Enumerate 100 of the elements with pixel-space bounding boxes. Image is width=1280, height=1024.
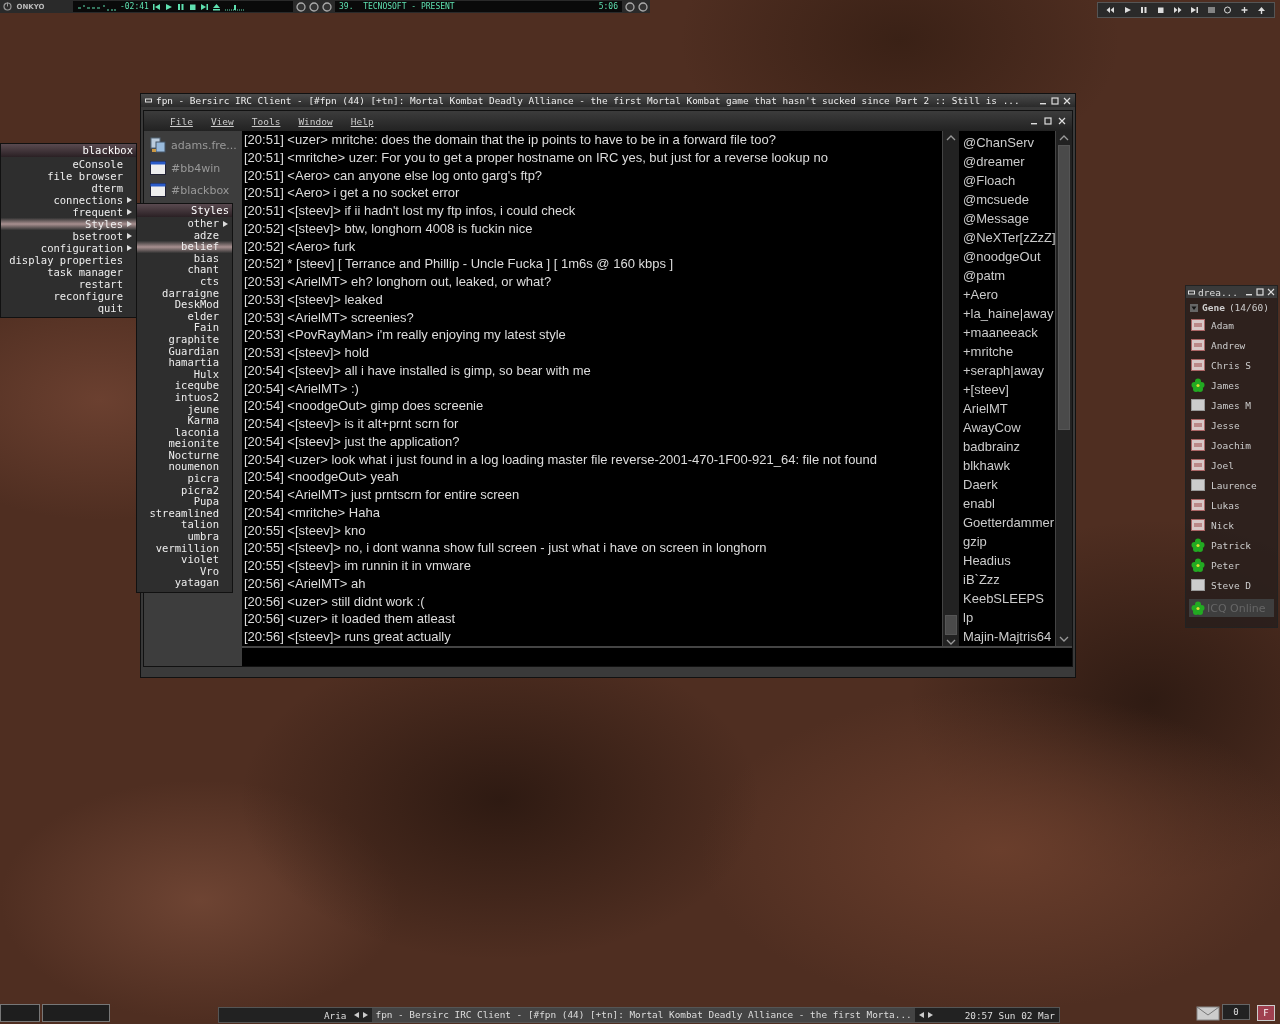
stop-icon[interactable] <box>1156 6 1166 14</box>
menu-item[interactable]: reconfigure <box>1 290 136 302</box>
collapse-icon[interactable] <box>1190 303 1198 312</box>
user-item[interactable]: Daerk <box>959 475 1055 494</box>
user-item[interactable]: @NeXTer[zZzZ] <box>959 228 1055 247</box>
menu-item[interactable]: quit <box>1 302 136 314</box>
menu-item[interactable]: jeune <box>137 403 232 416</box>
rewind-icon[interactable] <box>1105 6 1115 14</box>
window-menu-icon[interactable] <box>145 97 152 104</box>
round-button-icon[interactable] <box>322 1 333 12</box>
window-menu-icon[interactable] <box>1188 288 1195 296</box>
next-icon[interactable] <box>1189 6 1199 14</box>
user-item[interactable]: ArielMT <box>959 399 1055 418</box>
menu-item[interactable]: task manager <box>1 266 136 278</box>
menu-item[interactable]: yatagan <box>137 577 232 589</box>
contact-item[interactable]: James <box>1186 375 1277 395</box>
scrollbar-thumb[interactable] <box>945 615 957 635</box>
user-item[interactable]: gzip <box>959 532 1055 551</box>
menu-item[interactable]: Styles <box>1 218 136 230</box>
menu-item[interactable]: noumenon <box>137 461 232 474</box>
user-item[interactable]: badbrainz <box>959 437 1055 456</box>
contact-item[interactable]: Laurence <box>1186 475 1277 495</box>
left-arrow-icon[interactable] <box>918 1012 924 1018</box>
contact-item[interactable]: Andrew <box>1186 335 1277 355</box>
round-button-icon[interactable] <box>638 1 648 12</box>
user-item[interactable]: +[steev] <box>959 380 1055 399</box>
left-arrow-icon[interactable] <box>354 1012 360 1018</box>
collapse-icon[interactable] <box>1206 6 1216 14</box>
menu-item[interactable]: cts <box>137 275 232 288</box>
contact-item[interactable]: Chris S <box>1186 355 1277 375</box>
scroll-up-icon[interactable] <box>945 133 957 143</box>
menu-item[interactable]: Tools <box>245 115 287 127</box>
menu-item[interactable]: Hulx <box>137 368 232 381</box>
menu-item[interactable]: bias <box>137 252 232 265</box>
user-item[interactable]: +Aero <box>959 285 1055 304</box>
workspace-pager[interactable] <box>42 1004 110 1022</box>
menu-item[interactable]: chant <box>137 264 232 276</box>
scrollbar[interactable] <box>1055 131 1072 646</box>
menu-item[interactable]: Window <box>292 115 339 127</box>
scrollbar[interactable] <box>942 131 959 646</box>
round-button-icon[interactable] <box>309 1 320 12</box>
user-item[interactable]: enabl <box>959 494 1055 513</box>
menu-item[interactable]: Vro <box>137 565 232 578</box>
menu-item[interactable]: streamlined <box>137 507 232 520</box>
menu-item[interactable]: picra2 <box>137 484 232 497</box>
message-input[interactable] <box>242 646 1072 666</box>
menu-item[interactable]: talion <box>137 519 232 532</box>
tray-button[interactable]: F <box>1257 1005 1275 1021</box>
up-arrow-icon[interactable] <box>1257 6 1267 14</box>
menu-item[interactable]: belief <box>137 241 232 253</box>
play-icon[interactable] <box>1122 6 1132 14</box>
user-item[interactable]: @ChanServ <box>959 133 1055 152</box>
contact-item[interactable]: Jesse <box>1186 415 1277 435</box>
plus-icon[interactable] <box>1240 6 1250 14</box>
menu-item[interactable]: adze <box>137 229 232 242</box>
contact-item[interactable]: Peter <box>1186 555 1277 575</box>
menu-item[interactable]: darraigne <box>137 287 232 300</box>
channel-item[interactable]: adams.fre... <box>144 137 242 153</box>
user-item[interactable]: @noodgeOut <box>959 247 1055 266</box>
menu-item[interactable]: Nocturne <box>137 449 232 462</box>
user-item[interactable]: lp <box>959 608 1055 627</box>
user-item[interactable]: @Message <box>959 209 1055 228</box>
round-button-icon[interactable] <box>296 1 307 12</box>
pause-icon[interactable] <box>175 2 185 11</box>
channel-item[interactable]: #blackbox <box>144 183 242 197</box>
close-icon[interactable] <box>1058 117 1066 125</box>
user-item[interactable]: +seraph|away <box>959 361 1055 380</box>
workspace-pager[interactable] <box>0 1004 40 1022</box>
right-arrow-icon[interactable] <box>363 1012 369 1018</box>
menu-item[interactable]: umbra <box>137 531 232 543</box>
right-arrow-icon[interactable] <box>927 1012 933 1018</box>
menu-item[interactable]: laconia <box>137 426 232 439</box>
menu-item[interactable]: Fain <box>137 322 232 334</box>
user-item[interactable]: +la_haine|away <box>959 304 1055 323</box>
contact-item[interactable]: Adam <box>1186 315 1277 335</box>
play-icon[interactable] <box>163 2 173 11</box>
pause-icon[interactable] <box>1139 6 1149 14</box>
menu-item[interactable]: Guardian <box>137 345 232 358</box>
contact-group[interactable]: Gene (14/60) <box>1186 298 1277 315</box>
maximize-icon[interactable] <box>1256 288 1264 296</box>
user-item[interactable]: @patm <box>959 266 1055 285</box>
stop-icon[interactable] <box>187 2 197 11</box>
maximize-icon[interactable] <box>1044 117 1052 125</box>
menu-item[interactable]: View <box>204 115 240 127</box>
menu-item[interactable]: configuration <box>1 242 136 254</box>
menu-item[interactable]: picra <box>137 473 232 485</box>
next-icon[interactable] <box>199 2 209 11</box>
scroll-down-icon[interactable] <box>1058 634 1070 644</box>
menu-item[interactable]: vermillion <box>137 542 232 555</box>
menu-item[interactable]: frequent <box>1 206 136 218</box>
menu-item[interactable]: display properties <box>1 254 136 266</box>
contact-item[interactable]: Joachim <box>1186 435 1277 455</box>
user-item[interactable]: blkhawk <box>959 456 1055 475</box>
menu-item[interactable]: elder <box>137 310 232 323</box>
contact-item[interactable]: James M <box>1186 395 1277 415</box>
volume-slider-icon[interactable] <box>223 2 246 11</box>
menu-item[interactable]: file browser <box>1 170 136 182</box>
maximize-icon[interactable] <box>1051 96 1059 105</box>
fast-forward-icon[interactable] <box>1173 6 1183 14</box>
menu-item[interactable]: eConsole <box>1 158 136 170</box>
